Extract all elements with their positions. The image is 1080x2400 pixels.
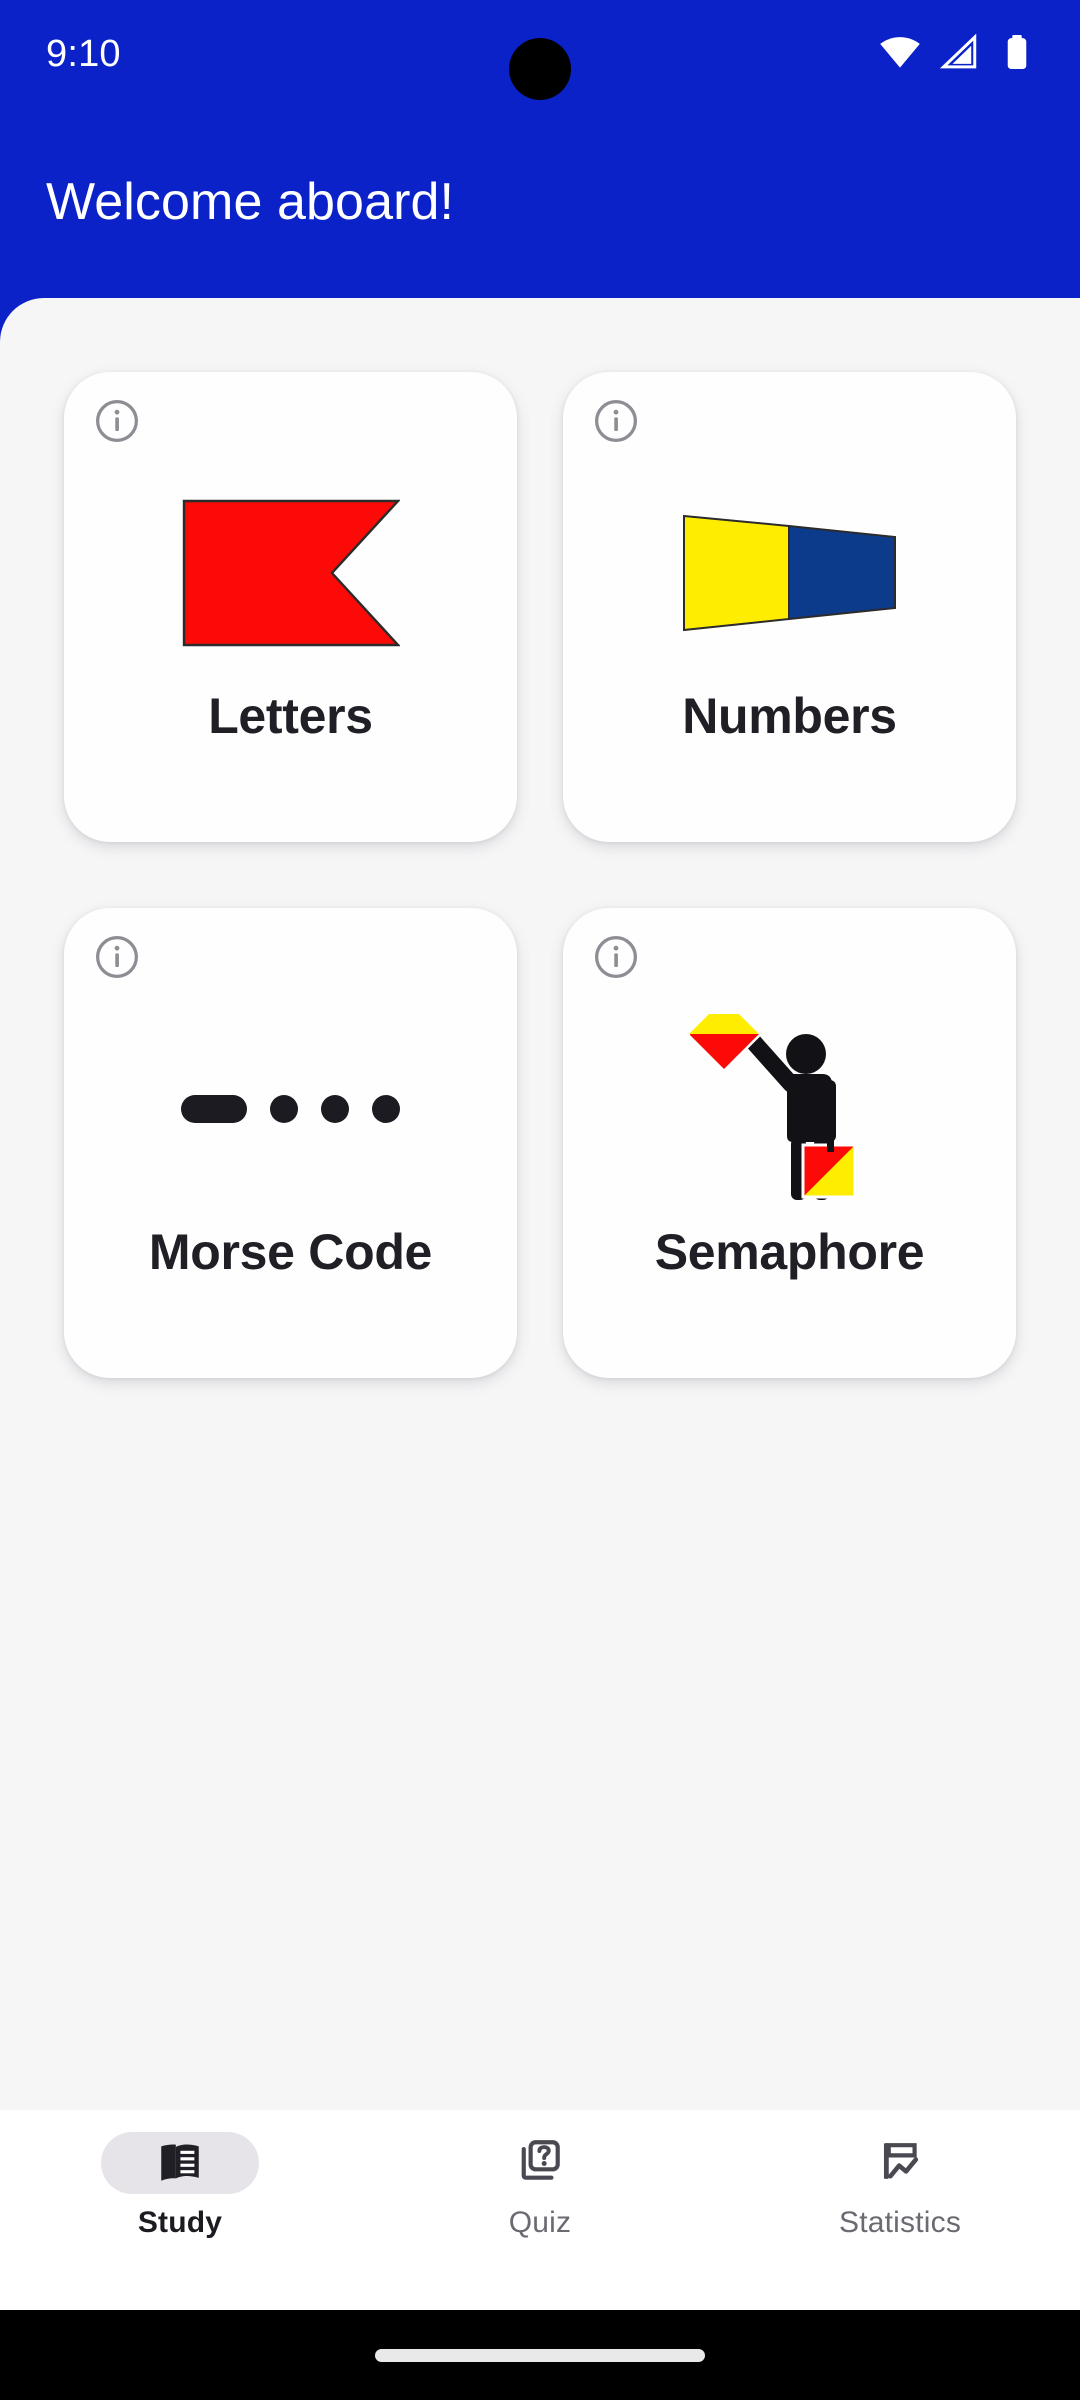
menu-book-icon xyxy=(155,2136,205,2191)
nav-label-quiz: Quiz xyxy=(508,2206,572,2239)
info-icon[interactable] xyxy=(94,934,140,980)
morse-dash xyxy=(181,1094,247,1123)
system-gesture-bar xyxy=(0,2310,1080,2400)
status-clock: 9:10 xyxy=(46,33,121,75)
status-icons xyxy=(878,30,1038,79)
nav-item-statistics[interactable]: Statistics xyxy=(720,2132,1080,2238)
category-card-label: Letters xyxy=(208,687,373,744)
battery-icon xyxy=(996,31,1038,78)
nav-label-statistics: Statistics xyxy=(838,2206,962,2239)
morse-dot xyxy=(270,1094,298,1123)
morse-dot xyxy=(372,1094,400,1123)
morse-pattern xyxy=(181,1094,400,1123)
phone-screen: 9:10 Welcome aboard! Letters Numbers Mor… xyxy=(0,0,1080,2400)
semaphore-figure-visual xyxy=(563,1011,1016,1207)
morse-dot xyxy=(321,1094,349,1123)
wifi-icon xyxy=(878,30,922,79)
letters-flag-visual xyxy=(64,475,517,671)
camera-punch-hole xyxy=(509,38,571,100)
category-card-morse-code[interactable]: Morse Code xyxy=(64,908,517,1378)
category-card-label: Semaphore xyxy=(654,1223,925,1280)
nav-indicator-slot xyxy=(461,2132,619,2194)
app-bar: Welcome aboard! xyxy=(0,108,1080,298)
quiz-icon xyxy=(515,2136,565,2191)
category-card-numbers[interactable]: Numbers xyxy=(563,372,1016,842)
category-card-letters[interactable]: Letters xyxy=(64,372,517,842)
nav-item-quiz[interactable]: Quiz xyxy=(360,2132,720,2238)
study-category-grid: Letters Numbers Morse Code Semaphore xyxy=(0,298,1080,1378)
nav-label-study: Study xyxy=(137,2206,223,2239)
content-sheet: Letters Numbers Morse Code Semaphore xyxy=(0,298,1080,2110)
category-card-label: Morse Code xyxy=(148,1223,433,1280)
morse-code-visual xyxy=(64,1011,517,1207)
numbers-pennant-visual xyxy=(563,475,1016,671)
page-title: Welcome aboard! xyxy=(46,173,455,232)
home-gesture-handle[interactable] xyxy=(375,2348,705,2362)
nav-indicator-slot xyxy=(821,2132,979,2194)
nav-active-indicator xyxy=(101,2132,259,2194)
info-icon[interactable] xyxy=(94,398,140,444)
category-card-semaphore[interactable]: Semaphore xyxy=(563,908,1016,1378)
info-icon[interactable] xyxy=(593,398,639,444)
bottom-navigation-bar: Study Quiz Statistics xyxy=(0,2110,1080,2310)
info-icon[interactable] xyxy=(593,934,639,980)
cellular-signal-icon xyxy=(938,31,980,78)
nav-item-study[interactable]: Study xyxy=(0,2132,360,2238)
flag-chart-icon xyxy=(875,2136,925,2191)
category-card-label: Numbers xyxy=(682,687,897,744)
